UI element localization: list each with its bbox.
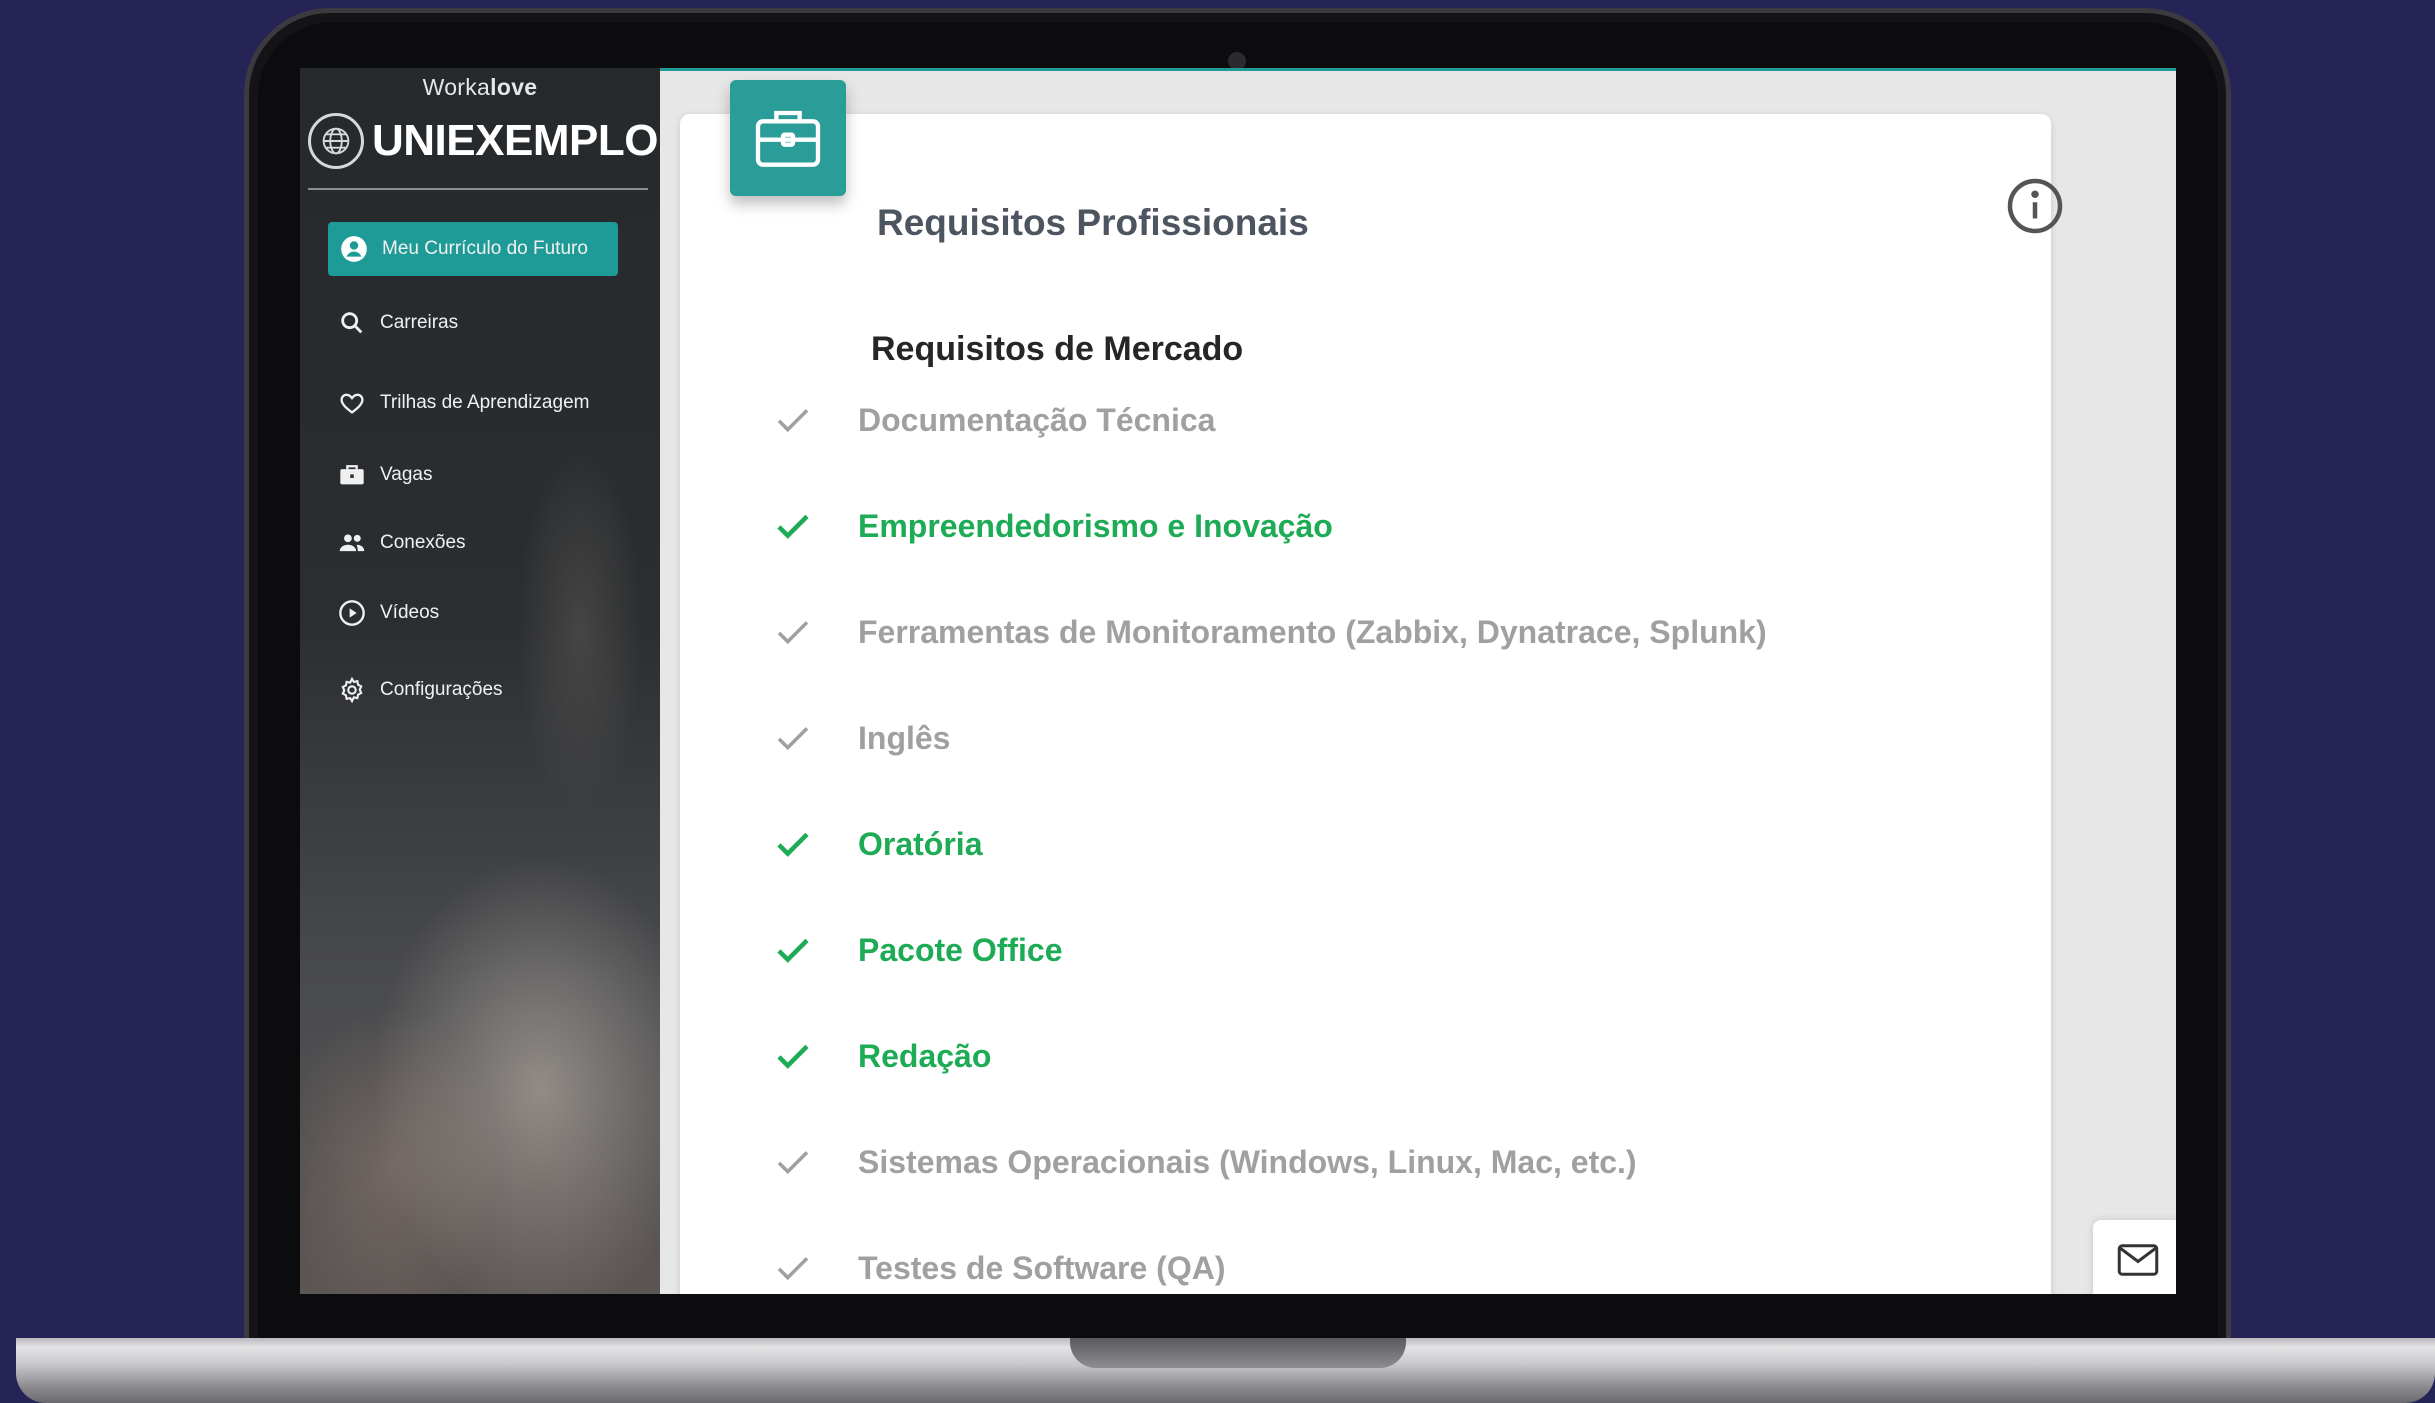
sidebar-item-trilhas[interactable]: Trilhas de Aprendizagem [328,376,589,430]
screen: Workalove UNIEXEMPLO Meu Currículo do Fu… [300,68,2176,1294]
check-icon [777,514,809,539]
check-icon [777,1257,809,1281]
gear-icon [341,676,363,704]
check-icon [777,621,809,645]
requirement-label: Redação [858,1037,992,1074]
institution-brand[interactable]: UNIEXEMPLO [308,110,658,172]
section-title: Requisitos de Mercado [871,330,1244,368]
sidebar-item-label: Vagas [380,464,433,485]
card-title: Requisitos Profissionais [877,202,1309,243]
requirement-label: Oratória [858,825,983,862]
sidebar-divider [308,188,648,190]
sidebar-item-curriculo[interactable]: Meu Currículo do Futuro [328,222,618,276]
briefcase-badge [730,80,846,196]
institution-name: UNIEXEMPLO [372,116,658,165]
requirement-item: Redação [772,1028,991,1084]
search-icon [341,312,363,334]
sidebar-item-label: Carreiras [380,312,459,333]
laptop-hinge [1070,1338,1406,1368]
workalove-logo: Workalove [300,74,660,101]
mail-icon [2117,1244,2159,1276]
sidebar-item-label: Vídeos [380,602,440,623]
check-icon [777,1151,809,1175]
brand-prefix: Worka [422,74,491,100]
requirement-item: Empreendedorismo e Inovação [772,498,1333,554]
requirement-label: Empreendedorismo e Inovação [858,507,1333,544]
sidebar-item-carreiras[interactable]: Carreiras [328,296,458,350]
info-button[interactable] [2005,176,2065,236]
check-icon [777,938,809,963]
requirement-label: Ferramentas de Monitoramento (Zabbix, Dy… [858,613,1767,650]
requirements-card: Requisitos Profissionais Requisitos de M… [680,114,2063,1294]
requirement-label: Inglês [858,719,951,756]
requirement-item: Oratória [772,816,982,872]
check-icon [777,1044,809,1069]
requirement-item: Testes de Software (QA) [772,1240,1225,1294]
sidebar: Workalove UNIEXEMPLO Meu Currículo do Fu… [300,68,660,1294]
sidebar-item-videos[interactable]: Vídeos [328,586,439,640]
check-icon [777,832,809,857]
requirement-item: Pacote Office [772,922,1063,978]
sidebar-item-conexoes[interactable]: Conexões [328,516,466,570]
sidebar-item-vagas[interactable]: Vagas [328,448,432,502]
sidebar-item-label: Configurações [380,679,503,700]
sidebar-item-configuracoes[interactable]: Configurações [328,663,503,717]
account-circle-icon [341,236,367,262]
info-icon [2007,178,2063,234]
people-icon [339,534,365,552]
sidebar-item-label: Meu Currículo do Futuro [382,238,588,259]
requirement-label: Testes de Software (QA) [858,1249,1226,1286]
sidebar-item-label: Conexões [380,532,466,553]
requirement-item: Sistemas Operacionais (Windows, Linux, M… [772,1134,1637,1190]
requirement-item: Inglês [772,710,950,766]
globe-emblem-icon [308,113,364,169]
heart-icon [340,393,364,414]
sidebar-item-label: Trilhas de Aprendizagem [380,392,590,413]
briefcase-icon [755,110,821,167]
check-icon [777,409,809,433]
briefcase-icon [340,465,364,485]
check-icon [777,727,809,751]
play-circle-icon [339,600,365,626]
requirement-label: Documentação Técnica [858,401,1216,438]
requirement-label: Pacote Office [858,931,1063,968]
requirement-item: Ferramentas de Monitoramento (Zabbix, Dy… [772,604,1767,660]
requirement-item: Documentação Técnica [772,392,1215,448]
main-content: Requisitos Profissionais Requisitos de M… [660,71,2176,1294]
requirement-label: Sistemas Operacionais (Windows, Linux, M… [858,1143,1637,1180]
brand-suffix: love [490,74,538,100]
message-button[interactable] [2093,1220,2176,1294]
